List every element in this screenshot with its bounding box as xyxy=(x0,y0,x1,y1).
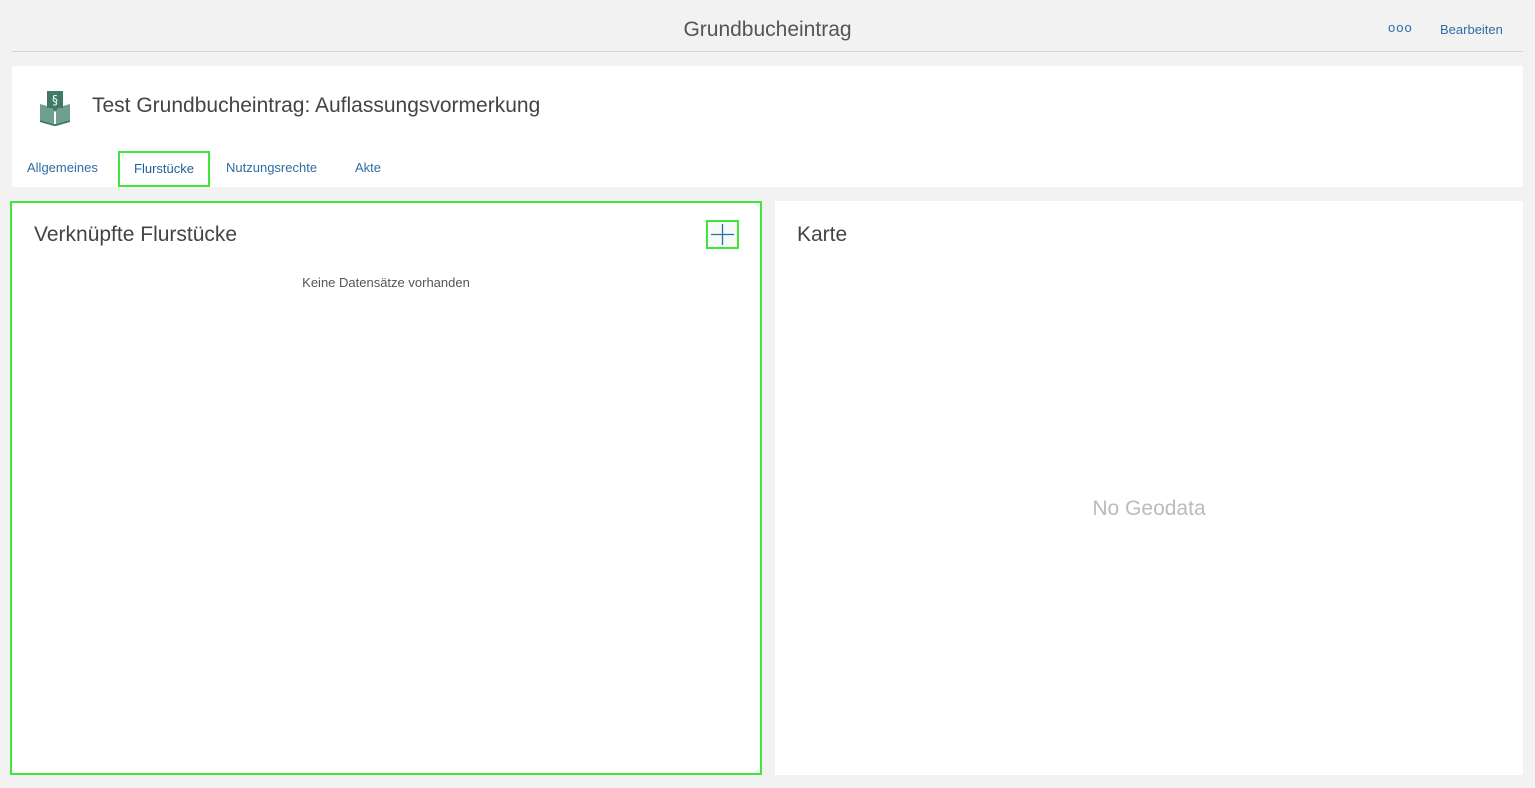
add-parcel-button[interactable] xyxy=(706,220,739,249)
map-panel: Karte No Geodata xyxy=(775,201,1523,775)
edit-button[interactable]: Bearbeiten xyxy=(1440,22,1503,37)
no-geodata-placeholder: No Geodata xyxy=(1092,497,1206,520)
tab-flurstuecke[interactable]: Flurstücke xyxy=(118,151,210,187)
svg-text:§: § xyxy=(52,93,58,107)
map-title: Karte xyxy=(797,223,848,246)
record-header: § Test Grundbucheintrag: Auflassungsvorm… xyxy=(12,66,1523,187)
plus-icon xyxy=(711,224,734,245)
tab-akte[interactable]: Akte xyxy=(355,151,395,185)
page-title: Grundbucheintrag xyxy=(683,18,852,41)
more-options-button[interactable]: ooo xyxy=(1388,20,1413,35)
record-title: Test Grundbucheintrag: Auflassungsvormer… xyxy=(92,94,541,117)
linked-parcels-panel: Verknüpfte Flurstücke Keine Datensätze v… xyxy=(10,201,762,775)
law-book-icon: § xyxy=(38,90,72,126)
tab-allgemeines[interactable]: Allgemeines xyxy=(27,151,107,185)
empty-records-message: Keine Datensätze vorhanden xyxy=(302,275,470,290)
tab-nutzungsrechte[interactable]: Nutzungsrechte xyxy=(226,151,336,185)
linked-parcels-title: Verknüpfte Flurstücke xyxy=(34,223,238,246)
top-bar: Grundbucheintrag ooo Bearbeiten xyxy=(12,0,1523,52)
